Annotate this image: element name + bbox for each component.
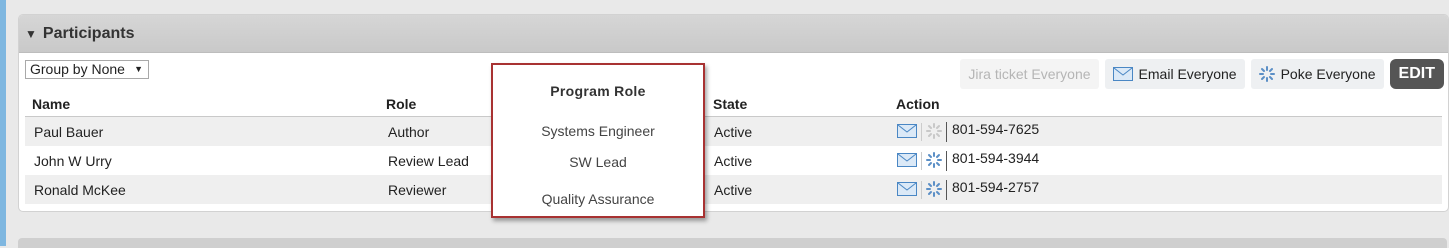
participant-name: Paul Bauer — [34, 124, 104, 140]
program-role-item: SW Lead — [569, 154, 627, 170]
phone-number: 801-594-3944 — [952, 150, 1040, 166]
envelope-icon — [1112, 67, 1133, 81]
divider — [946, 151, 947, 171]
row-actions: 801-594-7625 — [897, 121, 1040, 142]
program-role-item: Quality Assurance — [541, 191, 655, 207]
next-panel-header — [18, 238, 1447, 248]
row-actions: 801-594-2757 — [897, 179, 1040, 200]
poke-icon[interactable] — [926, 180, 942, 200]
header-state[interactable]: State — [713, 96, 747, 112]
program-role-item: Systems Engineer — [541, 123, 655, 139]
divider — [921, 181, 922, 199]
panel-body: Group by None ▼ Jira ticket Everyone Ema… — [19, 53, 1448, 211]
row-actions: 801-594-3944 — [897, 150, 1040, 171]
participants-table: Name Role State Action Paul Bauer Author… — [25, 91, 1442, 204]
panel-title: Participants — [42, 24, 135, 42]
collapse-triangle-icon[interactable]: ▼ — [25, 27, 37, 41]
poke-icon — [1258, 66, 1275, 82]
edit-button[interactable]: EDIT — [1389, 59, 1444, 89]
participant-state: Active — [714, 182, 753, 198]
email-icon[interactable] — [897, 152, 917, 170]
left-accent-bar — [0, 0, 6, 246]
participant-state: Active — [714, 124, 753, 140]
divider — [921, 152, 922, 170]
table-header-row: Name Role State Action — [25, 91, 1442, 117]
jira-ticket-everyone-button[interactable]: Jira ticket Everyone — [960, 59, 1099, 89]
email-icon[interactable] — [897, 181, 917, 199]
table-row: Ronald McKee Reviewer Active 801-594-275… — [25, 175, 1442, 204]
table-row: Paul Bauer Author Active 801-594-7625 — [25, 117, 1442, 146]
participant-name: John W Urry — [34, 153, 112, 169]
header-action: Action — [896, 96, 940, 112]
poke-icon[interactable] — [926, 151, 942, 171]
table-row: John W Urry Review Lead Active 801-594-3… — [25, 146, 1442, 175]
panel-actions: Jira ticket Everyone Email Everyone Poke… — [960, 59, 1444, 89]
participants-panel-header[interactable]: ▼ Participants — [19, 15, 1448, 53]
divider — [921, 123, 922, 141]
participant-role: Reviewer — [388, 182, 447, 198]
email-button-label: Email Everyone — [1138, 66, 1237, 82]
jira-button-label: Jira ticket Everyone — [968, 66, 1091, 82]
divider — [946, 180, 947, 200]
header-role[interactable]: Role — [386, 96, 416, 112]
poke-icon-disabled — [926, 122, 942, 142]
phone-number: 801-594-7625 — [952, 121, 1040, 137]
participants-panel: ▼ Participants Group by None ▼ Jira tick… — [18, 14, 1449, 212]
email-icon[interactable] — [897, 123, 917, 141]
group-by-value: Group by None — [30, 61, 125, 77]
participant-name: Ronald McKee — [34, 182, 126, 198]
poke-button-label: Poke Everyone — [1280, 66, 1376, 82]
participant-role: Review Lead — [388, 153, 469, 169]
participant-state: Active — [714, 153, 753, 169]
program-role-title: Program Role — [550, 83, 646, 99]
phone-number: 801-594-2757 — [952, 179, 1040, 195]
program-role-popup: Program Role Systems Engineer SW Lead Qu… — [491, 63, 705, 218]
group-by-select[interactable]: Group by None ▼ — [25, 60, 149, 79]
header-name[interactable]: Name — [32, 96, 70, 112]
email-everyone-button[interactable]: Email Everyone — [1104, 59, 1245, 89]
poke-everyone-button[interactable]: Poke Everyone — [1250, 59, 1384, 89]
divider — [946, 122, 947, 142]
dropdown-arrow-icon: ▼ — [134, 64, 143, 74]
participant-role: Author — [388, 124, 430, 140]
